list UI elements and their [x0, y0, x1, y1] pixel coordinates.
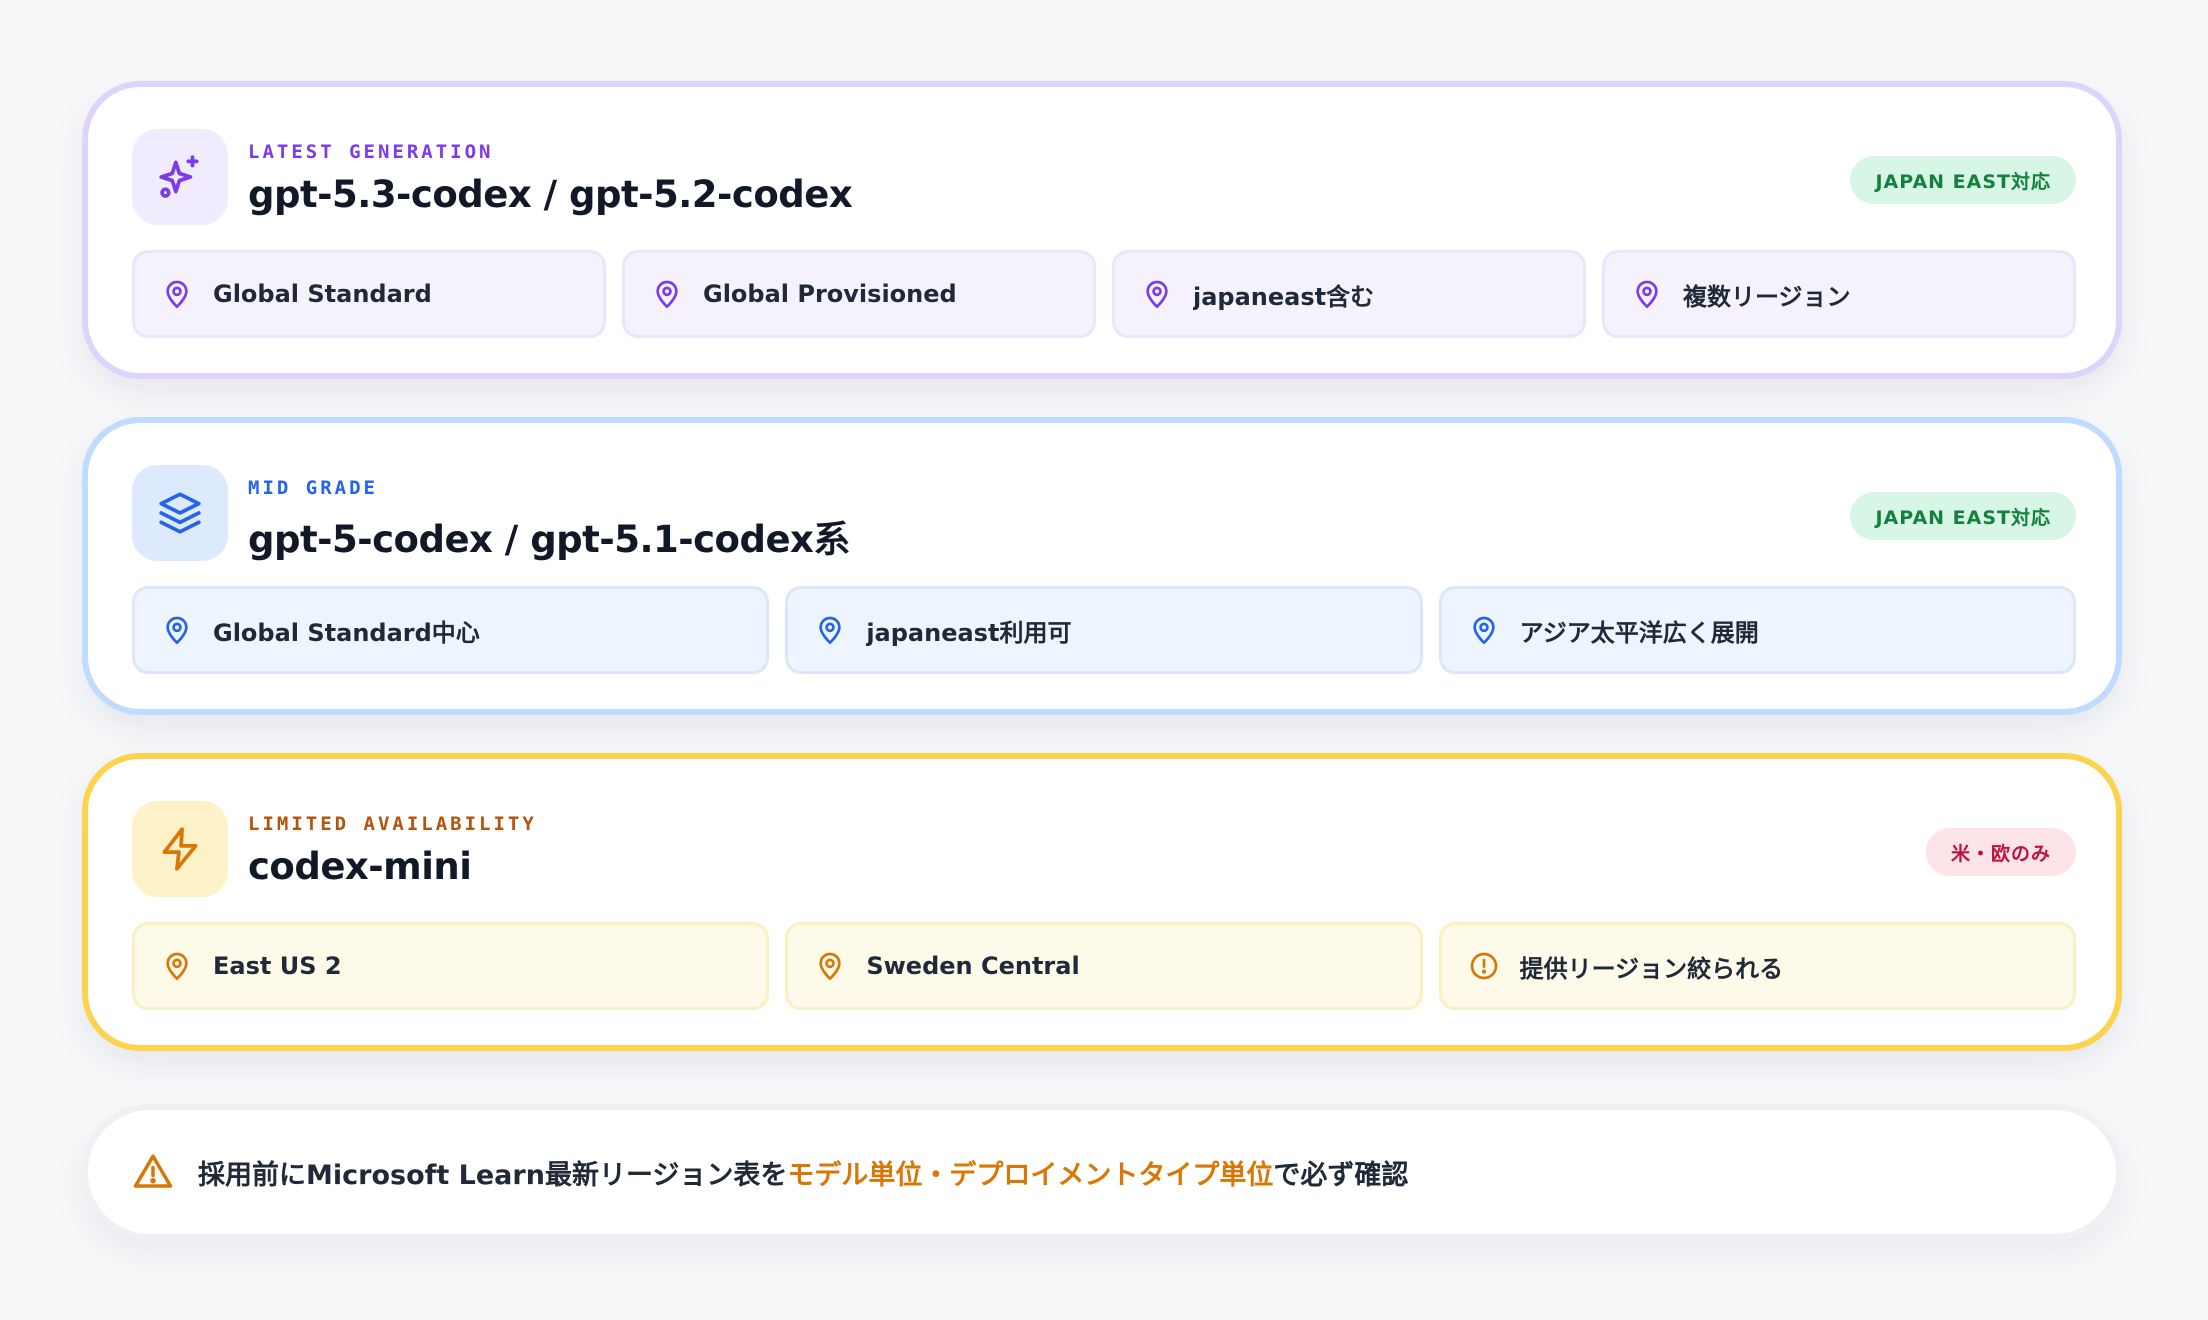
region-chip-label: japaneast含む [1193, 282, 1375, 311]
region-chip: japaneast含む [1112, 250, 1586, 338]
tier-label: MID GRADE [248, 477, 378, 499]
region-chip: Sweden Central [785, 922, 1423, 1010]
region-badge: 米・欧のみ [1925, 828, 2076, 876]
region-chip-label: 提供リージョン絞られる [1519, 954, 1784, 983]
region-chip: 複数リージョン [1602, 250, 2076, 338]
model-icon-tile [132, 129, 228, 225]
map-pin-icon [1636, 280, 1658, 308]
model-card-latest-generation: LATEST GENERATION gpt-5.3-codex / gpt-5.… [82, 81, 2122, 379]
region-chip: Global Provisioned [622, 250, 1096, 338]
region-chip: アジア太平洋広く展開 [1438, 586, 2076, 674]
model-title: codex-mini [248, 845, 472, 888]
layers-icon [159, 492, 201, 534]
region-chip-list: Global Standard中心 japaneast利用可 アジア太平洋広く展… [132, 586, 2076, 674]
map-pin-icon [1146, 280, 1168, 308]
map-pin-icon [656, 280, 678, 308]
region-chip-label: japaneast利用可 [866, 618, 1072, 647]
model-card-limited-availability: LIMITED AVAILABILITY codex-mini 米・欧のみ Ea… [82, 753, 2122, 1051]
region-chip-label: Global Standard [213, 280, 432, 308]
region-chip-label: 複数リージョン [1683, 282, 1851, 311]
model-title: gpt-5.3-codex / gpt-5.2-codex [248, 173, 853, 216]
note-suffix: で必ず確認 [1273, 1159, 1409, 1191]
region-chip: East US 2 [132, 922, 770, 1010]
map-pin-icon [166, 616, 188, 644]
region-chip: japaneast利用可 [785, 586, 1423, 674]
region-chip-label: Global Standard中心 [213, 618, 480, 647]
tier-label: LATEST GENERATION [248, 141, 494, 163]
region-badge: JAPAN EAST対応 [1850, 156, 2076, 204]
verification-note: 採用前にMicrosoft Learn最新リージョン表をモデル単位・デプロイメン… [82, 1104, 2122, 1240]
map-pin-icon [819, 952, 841, 980]
map-pin-icon [166, 280, 188, 308]
region-badge: JAPAN EAST対応 [1850, 492, 2076, 540]
region-chip-label: アジア太平洋広く展開 [1519, 618, 1759, 647]
alert-circle-icon [1470, 952, 1497, 980]
note-text: 採用前にMicrosoft Learn最新リージョン表をモデル単位・デプロイメン… [198, 1153, 1408, 1192]
map-pin-icon [166, 952, 188, 980]
warning-triangle-icon [133, 1154, 173, 1188]
map-pin-icon [1472, 616, 1495, 644]
region-chip-label: Sweden Central [866, 952, 1080, 980]
region-chip-label: Global Provisioned [703, 280, 957, 308]
lightning-icon [162, 827, 198, 871]
model-icon-tile [132, 801, 228, 897]
region-chip-list: Global Standard Global Provisioned japan… [132, 250, 2076, 338]
region-chip: 提供リージョン絞られる [1438, 922, 2076, 1010]
model-icon-tile [132, 465, 228, 561]
tier-label: LIMITED AVAILABILITY [248, 813, 537, 835]
page: LATEST GENERATION gpt-5.3-codex / gpt-5.… [0, 0, 2208, 1320]
region-chip: Global Standard中心 [132, 586, 770, 674]
region-chip: Global Standard [132, 250, 606, 338]
sparkles-icon [159, 155, 199, 198]
note-highlight: モデル単位・デプロイメントタイプ単位 [787, 1159, 1274, 1191]
map-pin-icon [819, 616, 841, 644]
note-prefix: 採用前にMicrosoft Learn最新リージョン表を [198, 1159, 788, 1191]
model-card-mid-grade: MID GRADE gpt-5-codex / gpt-5.1-codex系 J… [82, 417, 2122, 715]
region-chip-list: East US 2 Sweden Central 提供リージョン絞られる [132, 922, 2076, 1010]
region-chip-label: East US 2 [213, 952, 342, 980]
model-title: gpt-5-codex / gpt-5.1-codex系 [248, 518, 850, 561]
